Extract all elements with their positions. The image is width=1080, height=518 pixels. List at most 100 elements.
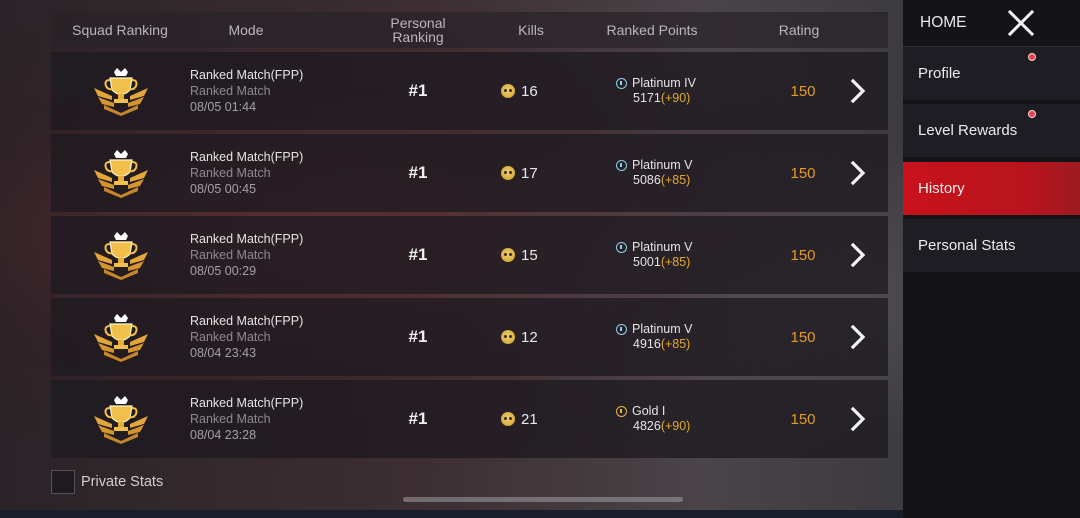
points-value: 5086	[633, 173, 661, 187]
notification-dot	[1028, 53, 1036, 61]
kills: 21	[501, 380, 561, 458]
points-line: 4826(+90)	[616, 419, 690, 434]
table-row[interactable]: Ranked Match(FPP) Ranked Match 08/04 23:…	[51, 380, 888, 458]
sidebar-item-label: History	[918, 180, 965, 197]
match-mode: Ranked Match(FPP) Ranked Match 08/04 23:…	[190, 298, 360, 376]
personal-rank: #1	[408, 409, 428, 428]
tier-name: Gold I	[632, 404, 666, 418]
points-value: 4826	[633, 419, 661, 433]
header-rating: Rating	[778, 22, 820, 38]
mode-subtype: Ranked Match	[190, 412, 271, 426]
points-line: 5001(+85)	[616, 255, 690, 270]
mode-name: Ranked Match(FPP)	[190, 396, 304, 410]
header-mode: Mode	[228, 22, 264, 38]
mode-name: Ranked Match(FPP)	[190, 232, 304, 246]
points-delta: (+85)	[660, 255, 691, 269]
match-mode: Ranked Match(FPP) Ranked Match 08/05 00:…	[190, 134, 360, 212]
kills-value: 17	[521, 164, 538, 182]
horizontal-scrollbar[interactable]	[403, 497, 683, 502]
mode-name: Ranked Match(FPP)	[190, 314, 304, 328]
private-stats-checkbox[interactable]	[51, 470, 75, 494]
tier-name: Platinum V	[632, 322, 693, 336]
points-delta: (+90)	[660, 419, 691, 433]
sidebar: HOME Profile Level Rewards History Perso…	[903, 0, 1080, 518]
ranked-points: Platinum V 5001(+85)	[616, 216, 766, 294]
chevron-right-icon[interactable]	[846, 52, 870, 130]
rating-value: 150	[790, 410, 816, 428]
points-value: 5171	[633, 91, 661, 105]
chevron-right-icon[interactable]	[846, 298, 870, 376]
match-mode: Ranked Match(FPP) Ranked Match 08/05 00:…	[190, 216, 360, 294]
skull-icon	[501, 412, 515, 426]
tier-line: Gold I	[616, 404, 665, 419]
tier-badge-icon	[616, 324, 627, 335]
mode-name: Ranked Match(FPP)	[190, 150, 304, 164]
personal-rank: #1	[408, 163, 428, 182]
rating-value: 150	[790, 246, 816, 264]
match-time: 08/04 23:43	[190, 346, 257, 360]
squad-rank-trophy-icon	[91, 298, 151, 376]
mode-name: Ranked Match(FPP)	[190, 68, 304, 82]
ranked-points: Platinum IV 5171(+90)	[616, 52, 766, 130]
tier-badge-icon	[616, 160, 627, 171]
tier-name: Platinum IV	[632, 76, 696, 90]
sidebar-item-label: Personal Stats	[918, 237, 1016, 254]
points-line: 5086(+85)	[616, 173, 690, 188]
sidebar-item-history[interactable]: History	[903, 162, 1080, 215]
mode-subtype: Ranked Match	[190, 166, 271, 180]
table-row[interactable]: Ranked Match(FPP) Ranked Match 08/05 00:…	[51, 134, 888, 212]
chevron-right-icon[interactable]	[846, 216, 870, 294]
points-delta: (+90)	[660, 91, 691, 105]
chevron-right-icon[interactable]	[846, 380, 870, 458]
match-mode: Ranked Match(FPP) Ranked Match 08/05 01:…	[190, 52, 360, 130]
match-list: Ranked Match(FPP) Ranked Match 08/05 01:…	[51, 52, 888, 462]
kills: 15	[501, 216, 561, 294]
header-squad-ranking: Squad Ranking	[72, 22, 168, 38]
points-line: 4916(+85)	[616, 337, 690, 352]
ranked-points: Platinum V 5086(+85)	[616, 134, 766, 212]
kills: 17	[501, 134, 561, 212]
sidebar-item-personal-stats[interactable]: Personal Stats	[903, 219, 1080, 272]
points-delta: (+85)	[660, 337, 691, 351]
bottom-strip	[0, 510, 903, 518]
ranked-points: Gold I 4826(+90)	[616, 380, 766, 458]
skull-icon	[501, 166, 515, 180]
ranked-points: Platinum V 4916(+85)	[616, 298, 766, 376]
table-row[interactable]: Ranked Match(FPP) Ranked Match 08/04 23:…	[51, 298, 888, 376]
table-header: Squad Ranking Mode Personal Ranking Kill…	[51, 12, 888, 48]
tier-line: Platinum V	[616, 158, 692, 173]
close-icon[interactable]	[1007, 9, 1035, 41]
table-row[interactable]: Ranked Match(FPP) Ranked Match 08/05 01:…	[51, 52, 888, 130]
tier-line: Platinum V	[616, 240, 692, 255]
points-value: 5001	[633, 255, 661, 269]
mode-subtype: Ranked Match	[190, 84, 271, 98]
table-row[interactable]: Ranked Match(FPP) Ranked Match 08/05 00:…	[51, 216, 888, 294]
chevron-right-icon[interactable]	[846, 134, 870, 212]
personal-rank: #1	[408, 327, 428, 346]
sidebar-item-label: Level Rewards	[918, 122, 1018, 139]
tier-badge-icon	[616, 406, 627, 417]
sidebar-item-level-rewards[interactable]: Level Rewards	[903, 104, 1080, 157]
match-time: 08/05 01:44	[190, 100, 257, 114]
private-stats-toggle[interactable]: Private Stats	[51, 470, 163, 494]
skull-icon	[501, 84, 515, 98]
skull-icon	[501, 248, 515, 262]
tier-badge-icon	[616, 242, 627, 253]
kills-value: 12	[521, 328, 538, 346]
skull-icon	[501, 330, 515, 344]
sidebar-item-profile[interactable]: Profile	[903, 47, 1080, 100]
home-label: HOME	[920, 14, 967, 31]
header-personal-ranking: Personal Ranking	[390, 15, 446, 45]
sidebar-item-label: Profile	[918, 65, 961, 82]
personal-rank: #1	[408, 245, 428, 264]
tier-name: Platinum V	[632, 240, 693, 254]
rating-value: 150	[790, 82, 816, 100]
header-kills: Kills	[518, 22, 544, 38]
tier-line: Platinum V	[616, 322, 692, 337]
squad-rank-trophy-icon	[91, 380, 151, 458]
home-bar[interactable]: HOME	[903, 0, 1080, 47]
kills-value: 15	[521, 246, 538, 264]
kills: 16	[501, 52, 561, 130]
match-time: 08/05 00:29	[190, 264, 257, 278]
squad-rank-trophy-icon	[91, 134, 151, 212]
